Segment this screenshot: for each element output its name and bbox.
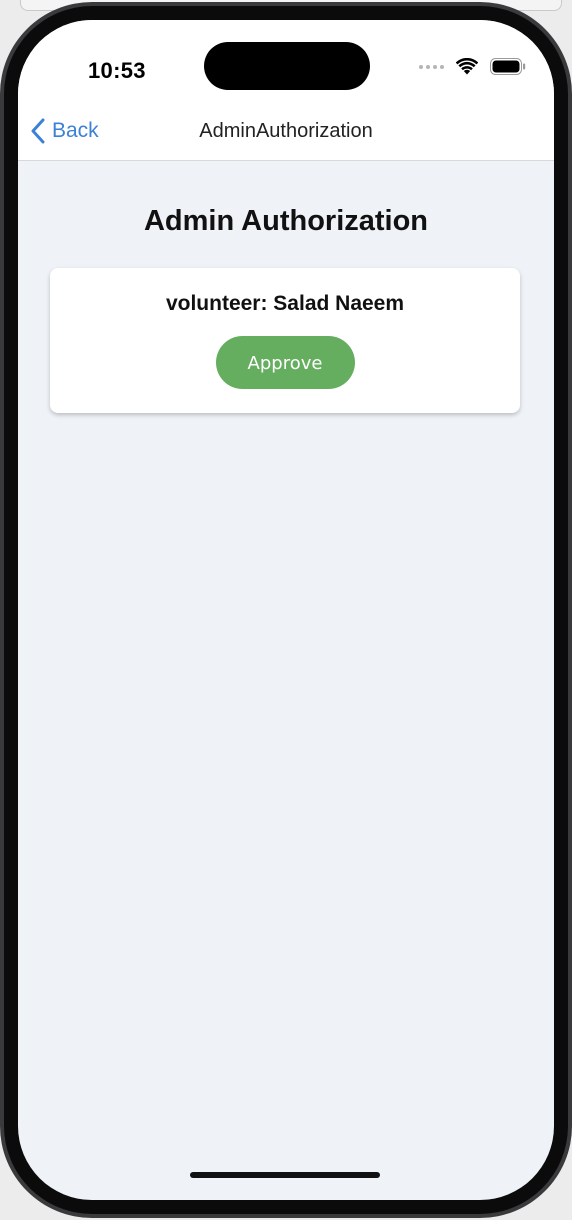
battery-icon xyxy=(490,58,526,75)
main-content: Admin Authorization volunteer: Salad Nae… xyxy=(18,161,554,413)
page-title: Admin Authorization xyxy=(143,205,429,237)
nav-title: AdminAuthorization xyxy=(199,120,373,142)
home-indicator xyxy=(190,1172,380,1178)
wifi-icon xyxy=(456,58,478,75)
phone-bezel: 10:53 Back AdminAuthorization Admin Auth… xyxy=(4,6,568,1214)
status-time: 10:53 xyxy=(88,58,146,83)
signal-dots-icon xyxy=(419,64,444,69)
navigation-bar: Back AdminAuthorization xyxy=(18,102,554,161)
phone-frame: 10:53 Back AdminAuthorization Admin Auth… xyxy=(0,2,572,1218)
approve-button[interactable]: Approve xyxy=(215,336,355,389)
volunteer-request-card: volunteer: Salad Naeem Approve xyxy=(50,268,520,413)
status-icons xyxy=(419,58,526,75)
volunteer-name: volunteer: Salad Naeem xyxy=(165,292,405,315)
dynamic-island xyxy=(204,42,370,90)
phone-screen: 10:53 Back AdminAuthorization Admin Auth… xyxy=(18,20,554,1200)
